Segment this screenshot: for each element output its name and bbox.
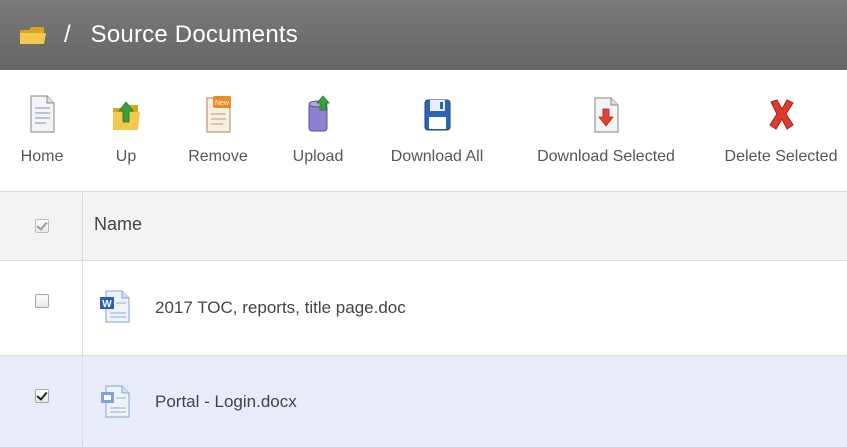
download-selected-button[interactable]: Download Selected (528, 94, 684, 184)
row-checkbox[interactable] (35, 389, 49, 403)
table-header: Name (0, 192, 847, 261)
up-button[interactable]: Up (106, 94, 146, 184)
download-all-button[interactable]: Download All (385, 94, 489, 184)
new-document-icon: New (206, 96, 231, 133)
name-column-header[interactable]: Name (94, 214, 142, 235)
row-check-cell (0, 356, 83, 447)
header-bar: / Source Documents (0, 0, 847, 70)
select-all-checkbox[interactable] (35, 219, 49, 233)
table-row[interactable]: Portal - Login.docx (0, 356, 847, 447)
upload-icon (308, 95, 330, 132)
svg-text:W: W (102, 299, 112, 310)
home-button[interactable]: Home (20, 94, 64, 184)
file-manager: / Source Documents Home Up New Remove Up… (0, 0, 847, 447)
page-title: Source Documents (90, 21, 298, 48)
delete-selected-button[interactable]: Delete Selected (720, 94, 842, 184)
floppy-disk-icon (424, 99, 451, 131)
folder-icon (20, 27, 46, 44)
download-selected-label: Download Selected (537, 148, 675, 165)
delete-selected-label: Delete Selected (724, 148, 838, 165)
remove-label: Remove (188, 148, 248, 165)
row-checkbox[interactable] (35, 294, 49, 308)
folder-up-icon (113, 101, 140, 130)
download-all-label: Download All (390, 148, 484, 165)
remove-button[interactable]: New Remove (186, 94, 250, 184)
word-docx-icon (101, 385, 130, 418)
row-check-cell (0, 261, 83, 355)
table-row[interactable]: W 2017 TOC, reports, title page.doc (0, 261, 847, 356)
upload-label: Upload (292, 148, 344, 165)
upload-button[interactable]: Upload (290, 94, 346, 184)
svg-text:New: New (215, 100, 230, 107)
select-all-cell (0, 192, 83, 260)
document-icon (30, 95, 55, 133)
file-name[interactable]: 2017 TOC, reports, title page.doc (155, 298, 406, 318)
home-label: Home (20, 148, 64, 165)
red-x-icon (769, 99, 794, 130)
toolbar: Home Up New Remove Upload Download All D… (0, 70, 847, 192)
file-name[interactable]: Portal - Login.docx (155, 392, 297, 412)
word-doc-icon: W (100, 290, 130, 323)
download-document-icon (594, 97, 619, 133)
up-label: Up (115, 148, 137, 165)
breadcrumb-separator: / (64, 21, 71, 48)
